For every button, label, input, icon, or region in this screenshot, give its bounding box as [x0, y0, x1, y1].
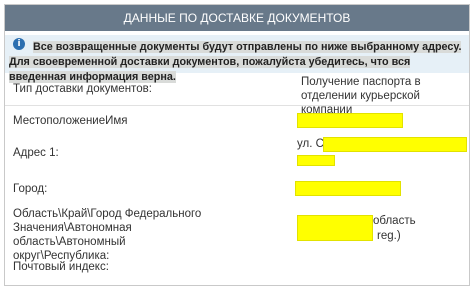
panel-header: ДАННЫЕ ПО ДОСТАВКЕ ДОКУМЕНТОВ [5, 5, 469, 31]
delivery-type-label: Тип доставки документов: [13, 83, 152, 95]
row-divider [5, 105, 469, 106]
region-redaction [297, 215, 373, 241]
location-redaction [297, 113, 403, 128]
address1-redaction-2 [297, 155, 335, 166]
address1-label: Адрес 1: [13, 147, 59, 159]
panel-title: ДАННЫЕ ПО ДОСТАВКЕ ДОКУМЕНТОВ [123, 11, 351, 25]
address1-prefix: ул. С [297, 138, 324, 150]
city-label: Город: [13, 183, 48, 195]
delivery-type-value: Получение паспорта в отделении курьерско… [301, 76, 421, 116]
info-notice: i Все возвращенные документы будут отпра… [5, 35, 469, 83]
city-redaction [295, 181, 401, 196]
region-value-part2: reg.) [377, 230, 401, 242]
delivery-panel: ДАННЫЕ ПО ДОСТАВКЕ ДОКУМЕНТОВ i Все возв… [4, 4, 470, 286]
address1-redaction [323, 137, 467, 152]
postal-label: Почтовый индекс: [13, 261, 109, 273]
location-label: МестоположениеИмя [13, 115, 128, 127]
region-value-part1: область [373, 215, 416, 227]
region-label: Область\Край\Город Федерального Значения… [13, 208, 202, 262]
